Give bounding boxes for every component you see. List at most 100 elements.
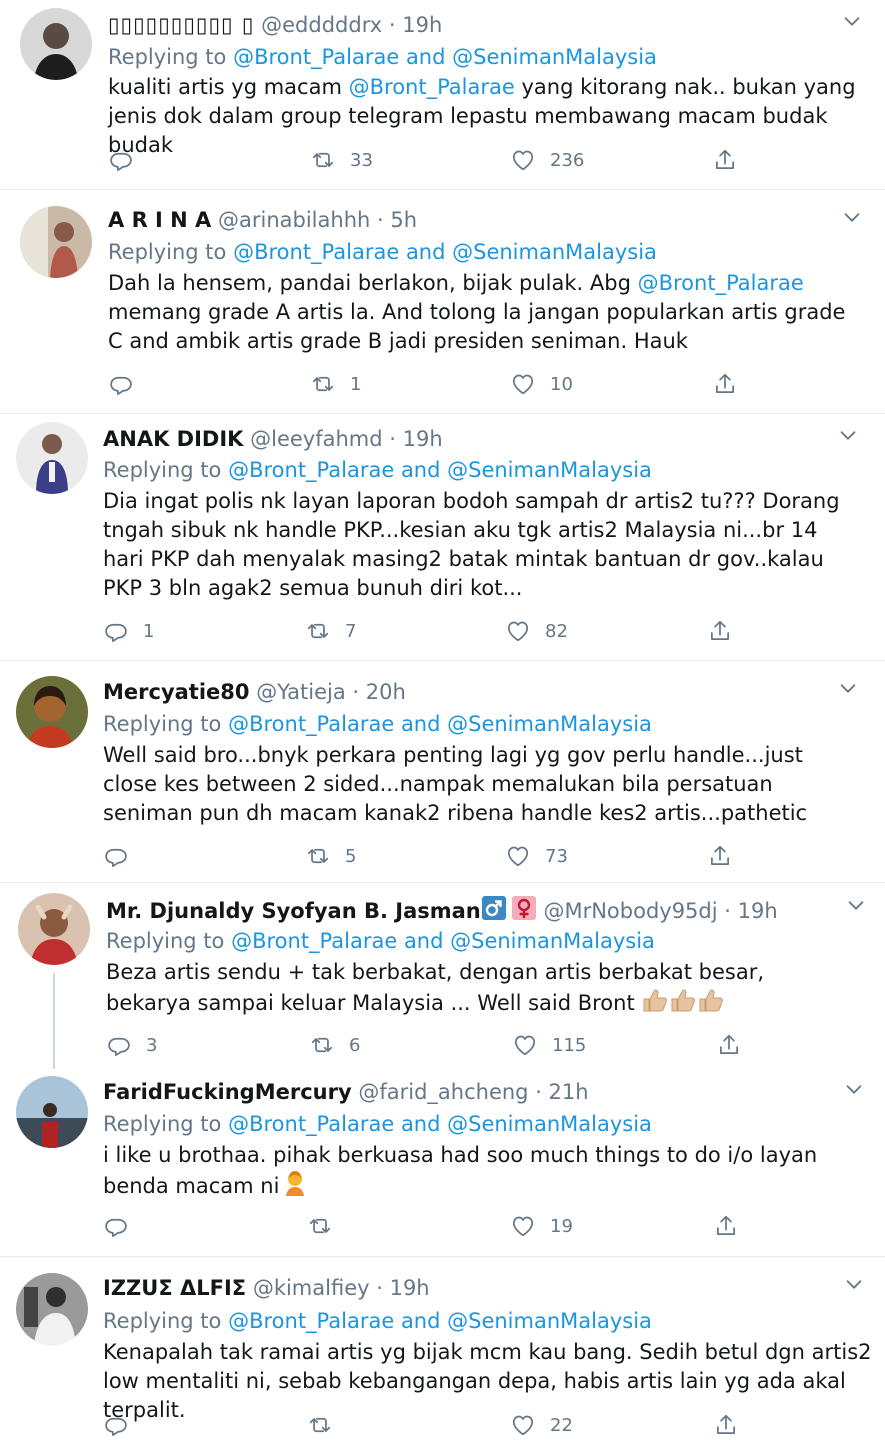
thumbs-up-icon [641, 987, 725, 1021]
tweet-card[interactable]: A R I N A @arinabilahhh · 5h Replying to… [0, 190, 885, 414]
chevron-down-icon[interactable] [837, 677, 859, 699]
retweet-button[interactable]: 33 [310, 145, 373, 175]
share-button[interactable] [707, 841, 733, 871]
like-button[interactable]: 10 [510, 369, 573, 399]
retweet-button[interactable] [307, 1211, 347, 1241]
timestamp[interactable]: · 19h [389, 427, 442, 451]
avatar[interactable] [18, 893, 90, 965]
avatar[interactable] [16, 1076, 88, 1148]
timestamp[interactable]: · 19h [389, 13, 442, 37]
share-button[interactable] [713, 1410, 739, 1440]
retweet-button[interactable]: 6 [309, 1030, 360, 1060]
replying-to-link[interactable]: @Bront_Palarae and @SenimanMalaysia [231, 929, 655, 953]
reply-button[interactable] [103, 1211, 143, 1241]
avatar[interactable] [16, 422, 88, 494]
timestamp[interactable]: · 19h [724, 899, 777, 923]
avatar[interactable] [20, 8, 92, 80]
retweet-button[interactable]: 7 [305, 616, 356, 646]
replying-to-link[interactable]: @Bront_Palarae and @SenimanMalaysia [233, 45, 657, 69]
retweet-icon [307, 1412, 333, 1438]
tweet-header: FaridFuckingMercury @farid_ahcheng · 21h [103, 1079, 589, 1105]
retweet-button[interactable]: 1 [310, 369, 361, 399]
like-button[interactable]: 73 [505, 841, 568, 871]
reply-icon [103, 618, 129, 644]
handle[interactable]: @kimalfiey [253, 1276, 370, 1300]
like-count: 10 [550, 373, 573, 395]
tweet-card[interactable]: FaridFuckingMercury @farid_ahcheng · 21h… [0, 1073, 885, 1257]
share-button[interactable] [712, 369, 738, 399]
handle[interactable]: @arinabilahhh [218, 208, 370, 232]
tweet-card[interactable]: ▯▯▯▯▯▯▯▯▯▯ ▯ @edddddrx · 19h Replying to… [0, 0, 885, 190]
timestamp[interactable]: · 19h [376, 1276, 429, 1300]
handle[interactable]: @farid_ahcheng [358, 1080, 528, 1104]
display-name[interactable]: A R I N A [108, 208, 211, 232]
timestamp[interactable]: · 21h [535, 1080, 588, 1104]
avatar[interactable] [20, 206, 92, 278]
display-name[interactable]: ANAK DIDIK [103, 427, 243, 451]
retweet-count: 1 [350, 373, 362, 395]
retweet-count: 7 [345, 620, 357, 642]
avatar[interactable] [16, 676, 88, 748]
reply-button[interactable] [108, 369, 148, 399]
like-button[interactable]: 82 [505, 616, 568, 646]
mention-link[interactable]: @Bront_Palarae [349, 75, 515, 99]
heart-icon [512, 1032, 538, 1058]
retweet-count: 5 [345, 845, 357, 867]
replying-to-link[interactable]: @Bront_Palarae and @SenimanMalaysia [228, 712, 652, 736]
like-button[interactable]: 115 [512, 1030, 586, 1060]
handle[interactable]: @leeyfahmd [250, 427, 382, 451]
reply-button[interactable] [108, 145, 148, 175]
reply-button[interactable] [103, 841, 143, 871]
tweet-card[interactable]: ANAK DIDIK @leeyfahmd · 19h Replying to … [0, 414, 885, 661]
chevron-down-icon[interactable] [837, 424, 859, 446]
heart-icon [510, 1412, 536, 1438]
chevron-down-icon[interactable] [843, 1273, 865, 1295]
timestamp[interactable]: · 5h [377, 208, 417, 232]
replying-to: Replying to @Bront_Palarae and @SenimanM… [106, 928, 655, 954]
replying-to-link[interactable]: @Bront_Palarae and @SenimanMalaysia [228, 458, 652, 482]
mention-link[interactable]: @Bront_Palarae [638, 271, 804, 295]
chevron-down-icon[interactable] [841, 10, 863, 32]
like-count: 115 [552, 1034, 587, 1056]
display-name[interactable]: ▯▯▯▯▯▯▯▯▯▯ ▯ [108, 13, 254, 37]
replying-to: Replying to @Bront_Palarae and @SenimanM… [108, 44, 657, 70]
like-count: 73 [545, 845, 568, 867]
tweet-card[interactable]: Mercyatie80 @Yatieja · 20h Replying to @… [0, 661, 885, 883]
replying-to-link[interactable]: @Bront_Palarae and @SenimanMalaysia [228, 1112, 652, 1136]
action-bar: 33 236 [108, 145, 748, 175]
share-button[interactable] [716, 1030, 742, 1060]
replying-to-link[interactable]: @Bront_Palarae and @SenimanMalaysia [233, 240, 657, 264]
replying-to-link[interactable]: @Bront_Palarae and @SenimanMalaysia [228, 1309, 652, 1333]
share-icon [712, 371, 738, 397]
share-button[interactable] [707, 616, 733, 646]
tweet-card[interactable]: IZZUΣ ΔLFIΣ @kimalfiey · 19h Replying to… [0, 1257, 885, 1452]
reply-button[interactable]: 3 [106, 1030, 157, 1060]
handle[interactable]: @edddddrx [261, 13, 382, 37]
share-button[interactable] [713, 1211, 739, 1241]
like-button[interactable]: 19 [510, 1211, 573, 1241]
action-bar: 22 [103, 1410, 743, 1440]
tweet-card[interactable]: Mr. Djunaldy Syofyan B. Jasman @MrNobody… [0, 883, 885, 1073]
handle[interactable]: @MrNobody95dj [543, 899, 717, 923]
display-name[interactable]: Mr. Djunaldy Syofyan B. Jasman [106, 899, 481, 923]
avatar[interactable] [16, 1273, 88, 1345]
action-bar: 5 73 [103, 841, 743, 871]
reply-button[interactable]: 1 [103, 616, 154, 646]
replying-prefix: Replying to [106, 929, 232, 953]
retweet-button[interactable] [307, 1410, 347, 1440]
display-name[interactable]: Mercyatie80 [103, 680, 250, 704]
like-button[interactable]: 236 [510, 145, 584, 175]
display-name[interactable]: FaridFuckingMercury [103, 1080, 352, 1104]
tweet-text: i like u brothaa. pihak berkuasa had soo… [103, 1141, 863, 1204]
reply-button[interactable] [103, 1410, 143, 1440]
share-button[interactable] [712, 145, 738, 175]
share-icon [716, 1032, 742, 1058]
chevron-down-icon[interactable] [845, 894, 867, 916]
timestamp[interactable]: · 20h [352, 680, 405, 704]
handle[interactable]: @Yatieja [256, 680, 346, 704]
chevron-down-icon[interactable] [841, 206, 863, 228]
like-button[interactable]: 22 [510, 1410, 573, 1440]
display-name[interactable]: IZZUΣ ΔLFIΣ [103, 1276, 246, 1300]
retweet-button[interactable]: 5 [305, 841, 356, 871]
chevron-down-icon[interactable] [843, 1078, 865, 1100]
